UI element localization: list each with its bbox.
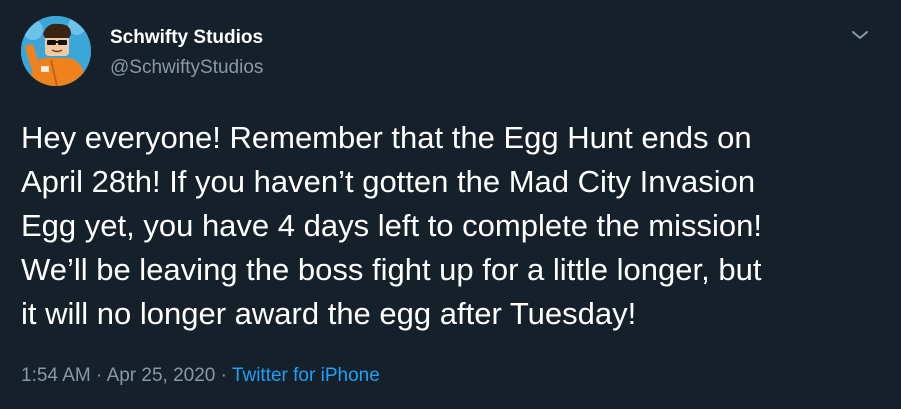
meta-separator: · [215,365,232,386]
author-block: Schwifty Studios @SchwiftyStudios [110,26,263,80]
tweet-card: Schwifty Studios @SchwiftyStudios Hey ev… [0,0,901,409]
display-name[interactable]: Schwifty Studios [110,26,263,50]
tweet-meta: 1:54 AM · Apr 25, 2020 · Twitter for iPh… [21,364,380,388]
meta-separator: · [90,365,107,386]
tweet-time[interactable]: 1:54 AM [21,365,91,386]
roblox-character-avatar-icon [21,16,91,86]
tweet-date[interactable]: Apr 25, 2020 [107,365,216,386]
tweet-text: Hey everyone! Remember that the Egg Hunt… [21,120,762,331]
avatar[interactable] [21,16,91,86]
user-handle[interactable]: @SchwiftyStudios [110,56,263,80]
chevron-down-icon [852,31,868,39]
tweet-menu-button[interactable] [850,25,870,45]
tweet-source-link[interactable]: Twitter for iPhone [232,365,380,386]
